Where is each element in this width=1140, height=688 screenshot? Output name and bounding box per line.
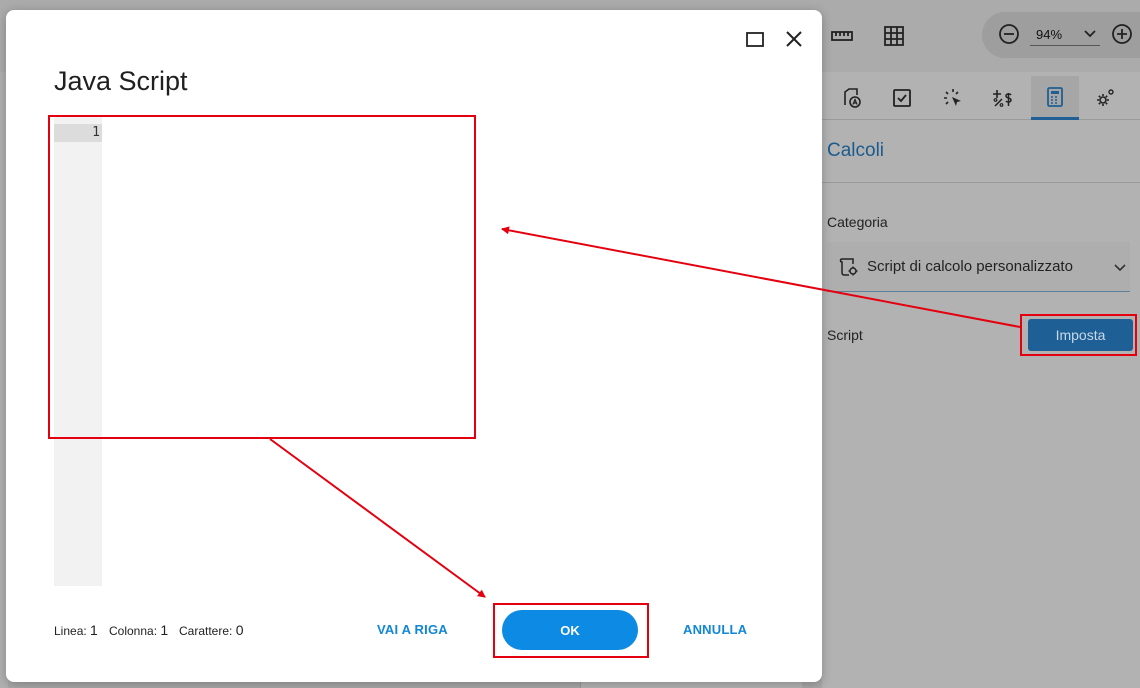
form-field-icon — [844, 88, 861, 108]
zoom-out-icon[interactable] — [997, 22, 1021, 46]
annotation-editor-highlight — [48, 115, 476, 439]
category-select[interactable]: Script di calcolo personalizzato — [827, 242, 1130, 292]
close-icon[interactable] — [782, 27, 806, 51]
annotation-ok-highlight — [493, 603, 649, 658]
status-line-label: Linea: — [54, 624, 87, 638]
script-label: Script — [827, 327, 863, 343]
panel-title: Calcoli — [827, 140, 885, 161]
annotation-set-button-highlight — [1020, 314, 1137, 356]
category-select-value: Script di calcolo personalizzato — [867, 258, 1073, 275]
dialog-title: Java Script — [54, 66, 188, 96]
tab-format[interactable] — [979, 76, 1027, 120]
status-column: Colonna: 1 — [109, 622, 168, 638]
status-chars-label: Carattere: — [179, 624, 233, 638]
ruler-icon[interactable] — [828, 22, 856, 50]
status-chars-value: 0 — [235, 622, 244, 638]
tab-calculations[interactable] — [1031, 76, 1079, 120]
calculator-icon — [1047, 86, 1063, 107]
grid-icon[interactable] — [880, 22, 908, 50]
cursor-click-icon — [944, 89, 961, 106]
tab-settings[interactable] — [1081, 76, 1129, 120]
properties-panel: Calcoli Categoria Script di calcolo pers… — [822, 72, 1140, 688]
status-line: Linea: 1 — [54, 622, 98, 638]
zoom-in-icon[interactable] — [1110, 22, 1134, 46]
chevron-down-icon[interactable] — [1082, 26, 1098, 42]
category-label: Categoria — [827, 214, 888, 230]
cancel-button[interactable]: ANNULLA — [683, 622, 747, 637]
tab-form-field[interactable] — [828, 76, 876, 120]
divider — [822, 182, 1140, 183]
goto-line-button[interactable]: VAI A RIGA — [377, 622, 448, 637]
chevron-down-icon — [1114, 264, 1126, 272]
status-column-label: Colonna: — [109, 624, 158, 638]
script-settings-icon — [839, 258, 858, 276]
currency-percent-icon — [993, 90, 1012, 107]
status-chars: Carattere: 0 — [179, 622, 244, 638]
settings-gear-icon — [1097, 89, 1114, 106]
panel-tabs — [822, 72, 1140, 120]
checkbox-icon — [893, 89, 911, 107]
tab-actions[interactable] — [929, 76, 977, 120]
tab-checkbox[interactable] — [878, 76, 926, 120]
maximize-icon[interactable] — [744, 28, 766, 50]
status-column-value: 1 — [160, 622, 169, 638]
status-line-value: 1 — [90, 622, 98, 638]
